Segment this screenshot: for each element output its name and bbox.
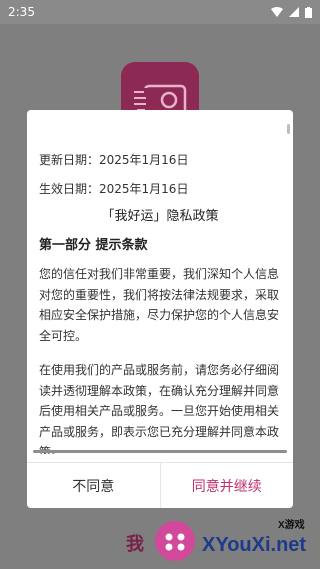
disagree-button[interactable]: 不同意 [27, 463, 161, 508]
status-icons [271, 6, 312, 18]
gamepad-logo-icon [155, 521, 195, 561]
policy-paragraph-2: 在使用我们的产品或服务前，请您务必仔细阅读并透彻理解本政策，在确认充分理解并同意… [39, 363, 280, 454]
wifi-icon [271, 7, 283, 17]
status-time: 2:35 [8, 5, 35, 19]
watermark: X游戏 XYouXi.net [150, 512, 320, 569]
agree-continue-button[interactable]: 同意并继续 [160, 463, 293, 508]
watermark-brand: XYouXi.net [202, 534, 307, 556]
background-title: 我 [126, 534, 144, 555]
policy-paragraph-1: 您的信任对我们非常重要，我们深知个人信息对您的重要性，我们将按法律法规要求，采取… [39, 267, 280, 343]
battery-icon [305, 6, 312, 18]
signal-icon [289, 7, 299, 17]
horizontal-scroll-indicator [33, 450, 287, 453]
section-title: 第一部分 提示条款 [39, 237, 148, 253]
update-date: 更新日期：2025年1月16日 [39, 153, 189, 167]
status-bar: 2:35 [0, 0, 320, 24]
policy-title: 「我好运」隐私政策 [101, 209, 219, 224]
privacy-dialog: 更新日期：2025年1月16日 生效日期：2025年1月16日 「我好运」隐私政… [27, 110, 293, 508]
dialog-content[interactable]: 更新日期：2025年1月16日 生效日期：2025年1月16日 「我好运」隐私政… [27, 110, 293, 454]
watermark-subtitle: X游戏 [278, 520, 305, 531]
effective-date: 生效日期：2025年1月16日 [39, 181, 189, 196]
dialog-actions: 不同意 同意并继续 [27, 462, 293, 508]
